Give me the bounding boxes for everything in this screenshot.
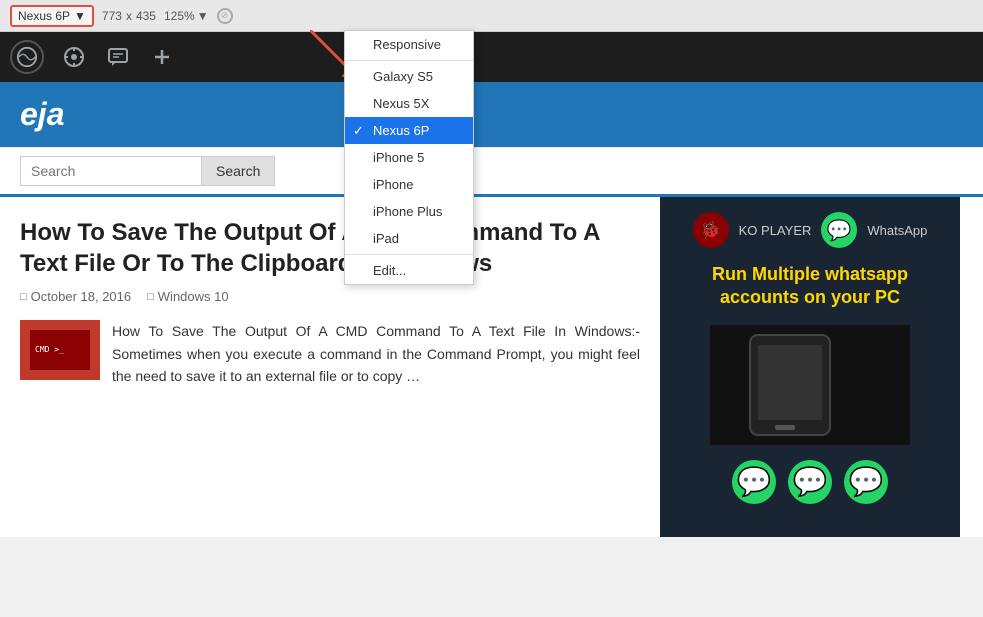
dropdown-item-galaxy-s5[interactable]: Galaxy S5: [345, 63, 473, 90]
site-header: eja: [0, 82, 983, 147]
wp-logo-button[interactable]: [10, 40, 44, 74]
wordpress-icon: [16, 46, 38, 68]
whatsapp-bottom-icon-1: 💬: [732, 460, 776, 504]
article-meta: □ October 18, 2016 □ Windows 10: [20, 289, 640, 304]
ad-device-image: [710, 325, 910, 445]
sidebar-ad: 🐞 KO PLAYER 💬 WhatsApp Run Multiple what…: [660, 197, 960, 537]
dropdown-item-responsive[interactable]: Responsive: [345, 31, 473, 58]
dropdown-item-ipad[interactable]: iPad: [345, 225, 473, 252]
ad-bottom-icons: 💬 💬 💬: [732, 460, 888, 504]
svg-text:CMD >_: CMD >_: [35, 345, 64, 354]
ad-headline: Run Multiple whatsapp accounts on your P…: [675, 263, 945, 310]
dropdown-item-nexus-6p[interactable]: Nexus 6P: [345, 117, 473, 144]
dropdown-item-iphone-6-plus[interactable]: iPhone Plus: [345, 198, 473, 225]
customize-icon[interactable]: [60, 43, 88, 71]
article-date: □ October 18, 2016: [20, 289, 131, 304]
folder-icon: □: [147, 291, 154, 303]
dropdown-arrow: ▼: [74, 9, 86, 23]
search-button[interactable]: Search: [201, 157, 274, 185]
ko-player-label: KO PLAYER: [739, 223, 812, 238]
site-title: eja: [20, 96, 64, 133]
article-thumbnail: CMD >_: [20, 320, 100, 380]
article-text: How To Save The Output Of A CMD Command …: [112, 320, 640, 387]
zoom-control[interactable]: 125% ▼: [164, 9, 209, 23]
dropdown-item-nexus-5x[interactable]: Nexus 5X: [345, 90, 473, 117]
ad-brand-row: 🐞 KO PLAYER 💬 WhatsApp: [693, 212, 928, 248]
search-input[interactable]: [21, 157, 201, 185]
dropdown-divider-1: [345, 60, 473, 61]
device-selector[interactable]: Nexus 6P ▼: [10, 5, 94, 27]
whatsapp-label: WhatsApp: [867, 223, 927, 238]
comment-icon[interactable]: [104, 43, 132, 71]
zoom-value: 125%: [164, 9, 195, 23]
whatsapp-icon: 💬: [821, 212, 857, 248]
main-content: How To Save The Output Of A CMD Command …: [0, 197, 983, 537]
dropdown-item-iphone-5[interactable]: iPhone 5: [345, 144, 473, 171]
add-new-icon[interactable]: [148, 43, 176, 71]
dropdown-item-edit[interactable]: Edit...: [345, 257, 473, 284]
site-nav: Search: [0, 147, 983, 197]
dimensions-display: 773 x 435: [102, 9, 156, 23]
article-area: How To Save The Output Of A CMD Command …: [0, 197, 660, 537]
ad-container: 🐞 KO PLAYER 💬 WhatsApp Run Multiple what…: [660, 197, 960, 537]
x-separator: x: [126, 9, 132, 23]
dropdown-item-iphone-6[interactable]: iPhone: [345, 171, 473, 198]
article-title: How To Save The Output Of A CMD Command …: [20, 217, 640, 279]
article-excerpt: CMD >_ How To Save The Output Of A CMD C…: [20, 320, 640, 387]
dropdown-divider-2: [345, 254, 473, 255]
whatsapp-bottom-icon-3: 💬: [844, 460, 888, 504]
block-icon: ⊘: [217, 8, 233, 24]
wp-admin-bar: [0, 32, 983, 82]
device-dropdown: Responsive Galaxy S5 Nexus 5X Nexus 6P i…: [344, 30, 474, 285]
whatsapp-bottom-icon-2: 💬: [788, 460, 832, 504]
ko-player-icon: 🐞: [693, 212, 729, 248]
height-value: 435: [136, 9, 156, 23]
browser-toolbar: Nexus 6P ▼ 773 x 435 125% ▼ ⊘: [0, 0, 983, 32]
article-category: □ Windows 10: [147, 289, 228, 304]
device-label: Nexus 6P: [18, 9, 70, 23]
zoom-arrow: ▼: [197, 9, 209, 23]
width-value: 773: [102, 9, 122, 23]
search-form: Search: [20, 156, 275, 186]
calendar-icon: □: [20, 291, 27, 303]
